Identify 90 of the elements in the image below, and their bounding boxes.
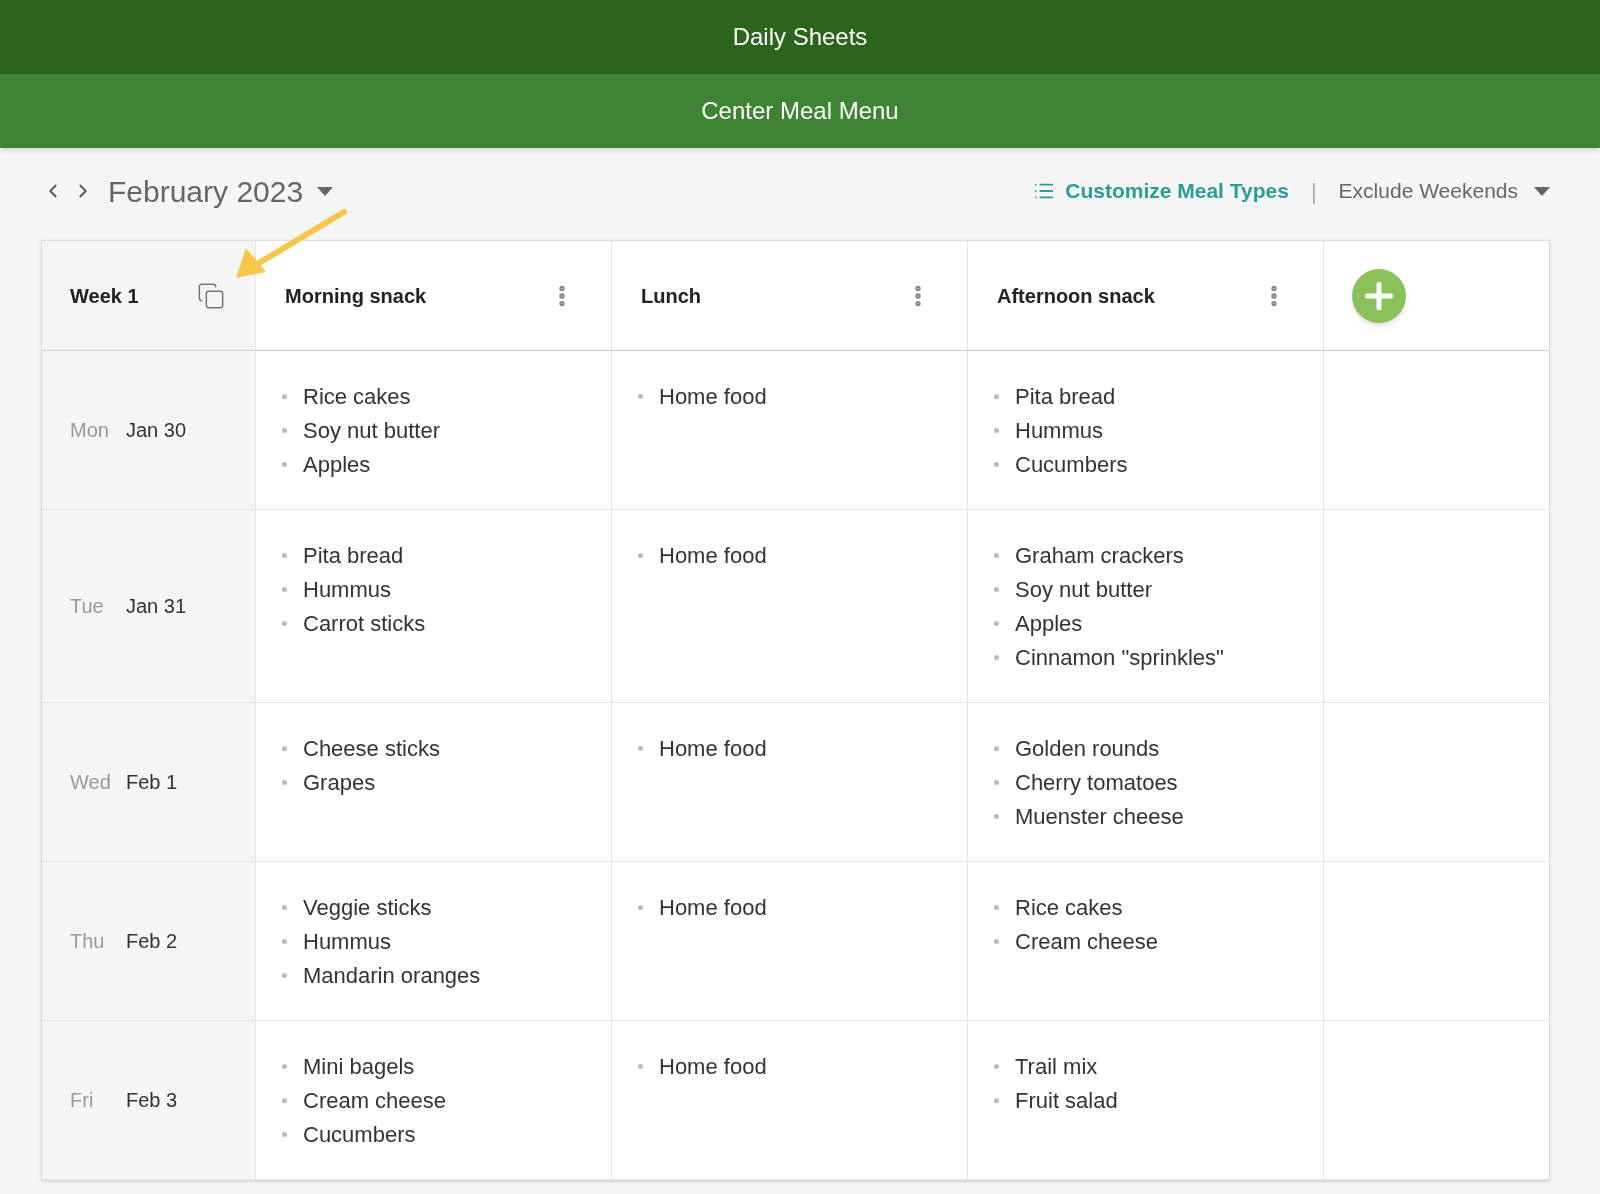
bullet-icon <box>994 813 999 819</box>
bullet-icon <box>994 461 999 467</box>
weekday-label: Mon <box>70 418 110 443</box>
bullet-icon <box>282 972 287 978</box>
bullet-icon <box>994 586 999 592</box>
app-title: Daily Sheets <box>732 22 868 52</box>
column-header: Morning snack <box>285 283 427 309</box>
copy-icon[interactable] <box>197 281 225 310</box>
dropdown-caret-icon <box>1534 186 1550 196</box>
bullet-icon <box>994 779 999 785</box>
food-item: Carrot sticks <box>303 609 426 638</box>
food-item: Hummus <box>303 927 391 956</box>
food-item: Home food <box>659 382 767 411</box>
weekday-label: Fri <box>70 1088 95 1113</box>
week-label: Week 1 <box>70 283 139 309</box>
weekday-label: Tue <box>70 594 105 619</box>
bullet-icon <box>638 1063 643 1069</box>
food-item: Muenster cheese <box>1015 802 1184 831</box>
bullet-icon <box>994 904 999 910</box>
food-item: Hummus <box>303 575 391 604</box>
food-item: Cinnamon "sprinkles" <box>1015 643 1224 672</box>
date-label: Jan 31 <box>126 594 187 619</box>
bullet-icon <box>994 393 999 399</box>
bullet-icon <box>282 1097 287 1103</box>
bullet-icon <box>994 620 999 626</box>
food-item: Cream cheese <box>303 1086 447 1115</box>
bullet-icon <box>282 393 287 399</box>
add-meal-type-button[interactable] <box>1352 268 1406 323</box>
food-item: Pita bread <box>1015 382 1116 411</box>
customize-meal-types-link[interactable]: Customize Meal Types <box>1033 175 1289 207</box>
bullet-icon <box>282 745 287 751</box>
food-item: Grapes <box>303 768 376 797</box>
bullet-icon <box>994 745 999 751</box>
food-item: Rice cakes <box>1015 893 1123 922</box>
food-item: Home food <box>659 734 767 763</box>
food-item: Home food <box>659 541 767 570</box>
food-item: Soy nut butter <box>303 416 440 445</box>
weekday-label: Wed <box>70 770 112 795</box>
column-header: Afternoon snack <box>997 283 1155 309</box>
food-item: Home food <box>659 1052 767 1081</box>
food-item: Cheese sticks <box>303 734 440 763</box>
bullet-icon <box>282 938 287 944</box>
date-label: Feb 3 <box>126 1088 178 1113</box>
bullet-icon <box>994 1063 999 1069</box>
food-item: Cucumbers <box>1015 450 1128 479</box>
bullet-icon <box>282 1063 287 1069</box>
food-item: Pita bread <box>303 541 404 570</box>
food-item: Soy nut butter <box>1015 575 1152 604</box>
food-item: Mini bagels <box>303 1052 415 1081</box>
bullet-icon <box>638 745 643 751</box>
bullet-icon <box>282 586 287 592</box>
column-header: Lunch <box>641 283 701 309</box>
separator: | <box>1310 177 1317 206</box>
food-item: Apples <box>303 450 371 479</box>
bullet-icon <box>282 620 287 626</box>
exclude-weekends-dropdown[interactable]: Exclude Weekends <box>1338 175 1550 207</box>
food-item: Mandarin oranges <box>303 961 481 990</box>
bullet-icon <box>282 552 287 558</box>
bullet-icon <box>282 1131 287 1137</box>
food-item: Apples <box>1015 609 1083 638</box>
bullet-icon <box>994 654 999 660</box>
bullet-icon <box>994 552 999 558</box>
food-item: Hummus <box>1015 416 1103 445</box>
bullet-icon <box>282 427 287 433</box>
food-item: Cherry tomatoes <box>1015 768 1178 797</box>
food-item: Veggie sticks <box>303 893 432 922</box>
food-item: Trail mix <box>1015 1052 1098 1081</box>
food-item: Cream cheese <box>1015 927 1159 956</box>
food-item: Rice cakes <box>303 382 411 411</box>
food-item: Graham crackers <box>1015 541 1184 570</box>
bullet-icon <box>994 938 999 944</box>
bullet-icon <box>994 1097 999 1103</box>
month-selector[interactable]: February 2023 <box>108 168 334 214</box>
bullet-icon <box>638 393 643 399</box>
food-item: Home food <box>659 893 767 922</box>
bullet-icon <box>282 904 287 910</box>
bullet-icon <box>638 552 643 558</box>
food-item: Fruit salad <box>1015 1086 1118 1115</box>
date-label: Feb 2 <box>126 929 178 954</box>
bullet-icon <box>994 427 999 433</box>
date-label: Jan 30 <box>126 418 187 443</box>
food-item: Golden rounds <box>1015 734 1160 763</box>
bullet-icon <box>638 904 643 910</box>
weekday-label: Thu <box>70 929 106 954</box>
dropdown-caret-icon <box>317 186 334 196</box>
bullet-icon <box>282 461 287 467</box>
date-label: Feb 1 <box>126 770 178 795</box>
bullet-icon <box>282 779 287 785</box>
page-title: Center Meal Menu <box>701 96 899 126</box>
food-item: Cucumbers <box>303 1120 416 1149</box>
